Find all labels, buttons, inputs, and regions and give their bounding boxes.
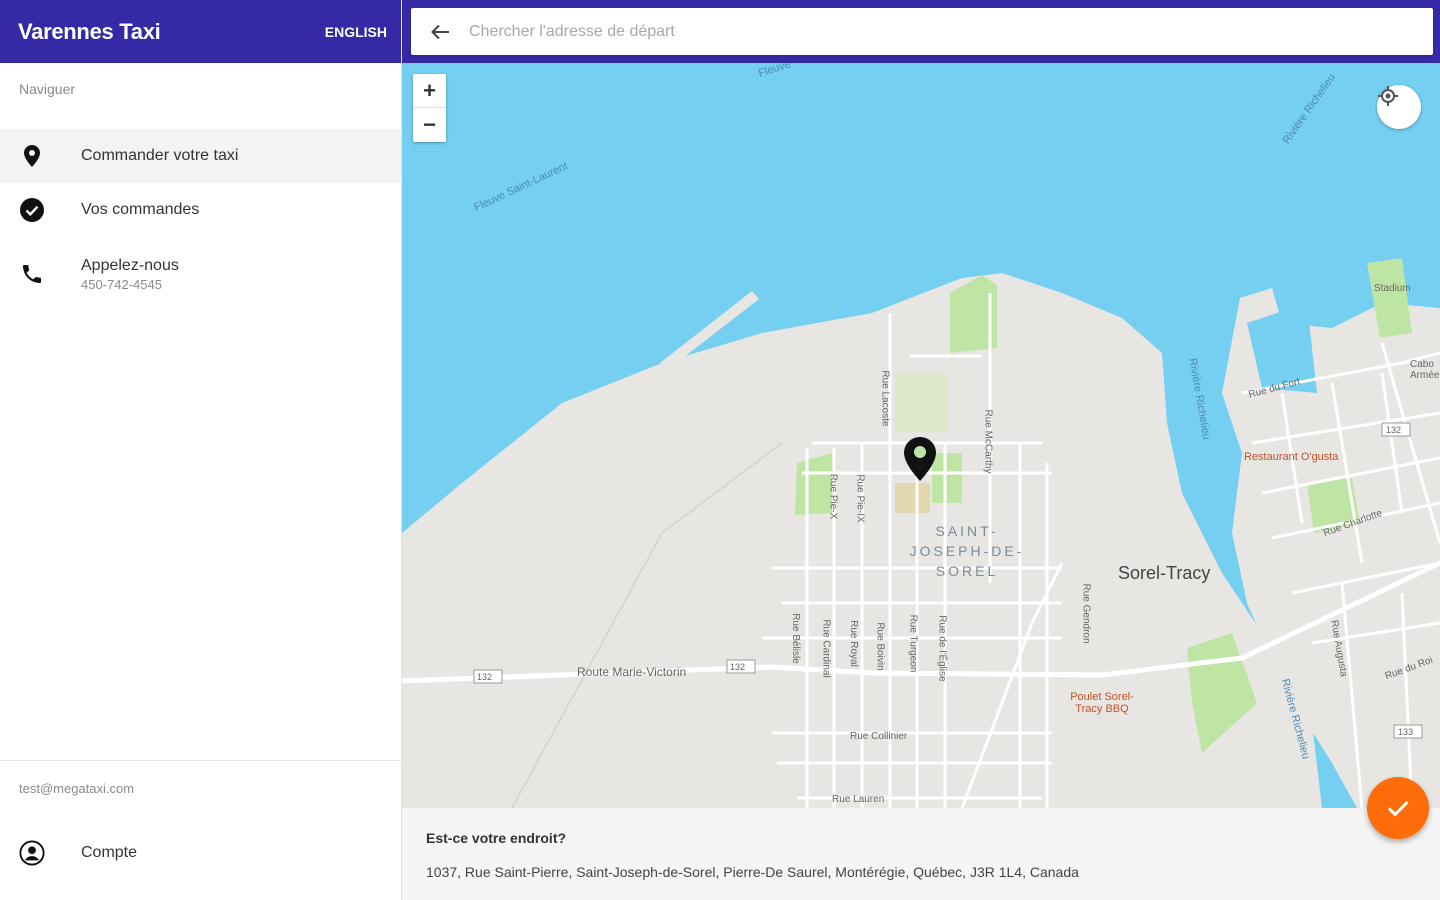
crosshair-icon	[1378, 86, 1398, 106]
checkmark-icon	[1387, 800, 1409, 817]
map-poi-label: Stadium	[1374, 283, 1411, 294]
street-label: Rue Cardinal	[820, 619, 832, 678]
nav-item-account[interactable]: Compte	[0, 825, 401, 881]
nav-item-label: Vos commandes	[81, 201, 200, 218]
route-shield: 132	[730, 662, 746, 672]
street-label: Rue McCarthy	[982, 409, 994, 474]
arrow-back-icon	[431, 24, 449, 39]
location-pin-icon	[19, 143, 45, 169]
phone-icon	[19, 261, 45, 287]
zoom-control: + −	[413, 74, 446, 142]
map-label-district: SAINT-JOSEPH-DE-SOREL	[909, 523, 1025, 579]
nav-item-label: Commander votre taxi	[81, 147, 239, 164]
route-shield: 133	[1398, 727, 1414, 737]
nav-item-call-us[interactable]: Appelez-nous 450-742-4545	[0, 239, 401, 309]
nav-item-order-taxi[interactable]: Commander votre taxi	[0, 129, 401, 183]
language-toggle-button[interactable]: ENGLISH	[325, 24, 387, 40]
confirm-location-button[interactable]	[1367, 777, 1429, 839]
nav-item-my-orders[interactable]: Vos commandes	[0, 183, 401, 237]
check-circle-icon	[19, 197, 45, 223]
selected-address: 1037, Rue Saint-Pierre, Saint-Joseph-de-…	[426, 864, 1079, 880]
zoom-in-button[interactable]: +	[413, 74, 446, 108]
map-label-route: Route Marie-Victorin	[577, 665, 687, 679]
app-title: Varennes Taxi	[18, 18, 161, 44]
route-shield: 132	[477, 672, 493, 682]
drawer-header: Varennes Taxi ENGLISH	[0, 0, 401, 63]
departure-address-input[interactable]	[469, 22, 1369, 41]
top-app-bar	[402, 0, 1440, 63]
map-poi-label: Restaurant O'gusta	[1244, 451, 1339, 463]
search-box	[411, 8, 1433, 55]
map-poi-label: Poulet Sorel-Tracy BBQ	[1070, 691, 1134, 715]
street-label: Rue Royal	[847, 620, 859, 667]
street-label: Rue Pie-X	[827, 473, 839, 520]
confirm-question: Est-ce votre endroit?	[426, 830, 567, 846]
street-label: Rue Bélisle	[789, 613, 801, 664]
route-shield: 132	[1386, 425, 1402, 435]
map-poi-label: Cabo Armée	[1410, 359, 1440, 381]
street-label: Rue de l'Église	[936, 615, 948, 682]
street-label: Rue Pie-IX	[854, 474, 866, 523]
drawer-footer: test@megataxi.com Compte	[0, 760, 401, 900]
street-label: Rue Boivin	[874, 622, 886, 671]
map-view[interactable]: Fleuve Fleuve Saint-Laurent Rivière Rich…	[402, 63, 1440, 808]
my-location-button[interactable]	[1377, 85, 1421, 129]
navigation-drawer: Varennes Taxi ENGLISH Naviguer Commander…	[0, 0, 402, 900]
nav-item-label: Appelez-nous	[81, 256, 179, 274]
map-label-city: Sorel-Tracy	[1118, 563, 1211, 583]
user-email: test@megataxi.com	[19, 781, 135, 796]
zoom-out-button[interactable]: −	[413, 108, 446, 142]
phone-number: 450-742-4545	[81, 276, 162, 292]
account-circle-icon	[19, 840, 45, 866]
street-label: Rue Gendron	[1080, 583, 1092, 644]
location-confirm-panel: Est-ce votre endroit? 1037, Rue Saint-Pi…	[402, 808, 1440, 900]
app-root: Varennes Taxi ENGLISH Naviguer Commander…	[0, 0, 1440, 900]
street-label: Rue Collinier	[850, 731, 908, 742]
nav-item-label: Compte	[81, 844, 138, 861]
street-label: Rue Lauren	[832, 794, 885, 805]
nav-section-heading: Naviguer	[19, 81, 76, 97]
street-label: Rue Lacoste	[879, 370, 891, 427]
back-button[interactable]	[411, 8, 469, 55]
street-label: Rue Turgeon	[907, 614, 919, 673]
